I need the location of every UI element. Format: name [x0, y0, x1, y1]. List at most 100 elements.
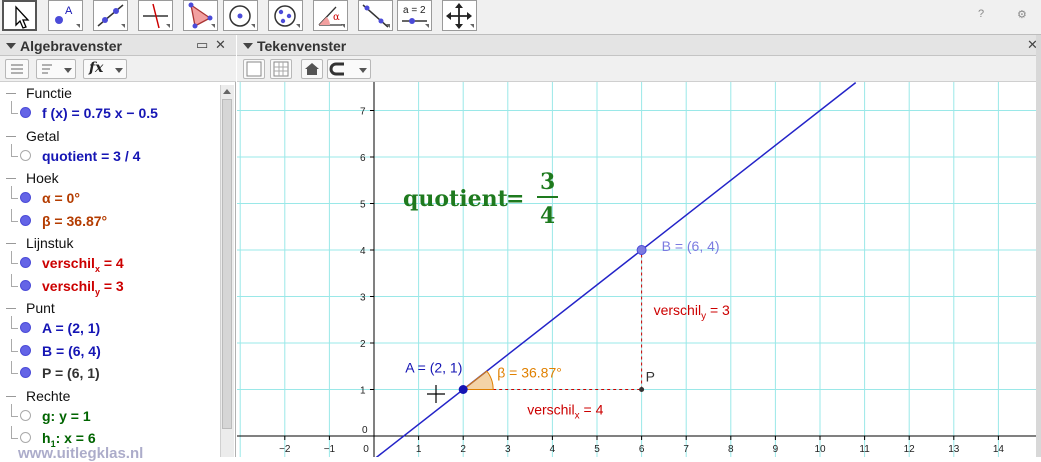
- reflect-tool[interactable]: [358, 0, 393, 31]
- algebra-view: Algebravenster ▭ ✕ fx Functie f (x) = 0.7…: [0, 35, 236, 462]
- plot-canvas[interactable]: −2−1012345678910111213141501234567 A = (…: [237, 82, 1041, 457]
- quotient-numerator: 3: [540, 169, 555, 195]
- algebra-item-text: verschilx = 4: [42, 255, 124, 274]
- polygon-tool[interactable]: [183, 0, 218, 31]
- collapse-icon[interactable]: [243, 43, 253, 49]
- x-tick-label: 7: [683, 444, 689, 455]
- visibility-toggle[interactable]: [20, 214, 31, 226]
- y-tick-label: 1: [360, 386, 366, 397]
- line-tool[interactable]: [93, 0, 128, 31]
- slider-tool[interactable]: a = 2: [397, 0, 432, 31]
- quotient-text[interactable]: quotient = 3 4: [403, 169, 558, 229]
- undock-icon[interactable]: ▭: [196, 37, 208, 53]
- visibility-toggle[interactable]: [20, 344, 31, 356]
- quotient-label: quotient: [403, 186, 509, 212]
- point-A[interactable]: [458, 385, 468, 394]
- function-line-f[interactable]: [374, 82, 857, 457]
- y-tick-label: 7: [360, 107, 366, 118]
- point-B[interactable]: [636, 245, 647, 255]
- angle-beta-label: β = 36.87°: [497, 365, 562, 381]
- settings-icon[interactable]: ⚙: [1017, 8, 1027, 21]
- graphics-style-bar: [237, 56, 1041, 82]
- quotient-denominator: 4: [540, 203, 555, 229]
- category-label: Hoek: [26, 170, 59, 186]
- x-tick-label: 3: [505, 444, 511, 455]
- category-label: Functie: [26, 85, 72, 101]
- angle-beta[interactable]: [461, 370, 494, 390]
- algebra-item-text: quotient = 3 / 4: [42, 147, 141, 164]
- point-A-label: A = (2, 1): [405, 360, 462, 376]
- description-mode-button[interactable]: fx: [83, 59, 127, 79]
- grid-icon: [273, 61, 289, 77]
- verschil-x-label: verschilx = 4: [527, 402, 603, 422]
- x-tick-label: 0: [363, 444, 369, 455]
- algebra-item-text: α = 0°: [42, 190, 80, 206]
- close-icon[interactable]: ✕: [215, 37, 226, 53]
- visibility-toggle[interactable]: [20, 149, 31, 161]
- x-tick-label: 5: [594, 444, 600, 455]
- angle-tool[interactable]: α: [313, 0, 348, 31]
- svg-text:α: α: [333, 12, 340, 23]
- help-icon[interactable]: ?: [978, 8, 984, 20]
- axes: [237, 82, 1041, 457]
- category-label: Punt: [26, 300, 55, 316]
- perpendicular-tool[interactable]: [138, 0, 173, 31]
- point-tool[interactable]: A: [48, 0, 83, 31]
- visibility-toggle[interactable]: [20, 409, 31, 421]
- collapse-icon[interactable]: [6, 43, 16, 49]
- scroll-thumb[interactable]: [222, 99, 232, 429]
- svg-text:a = 2: a = 2: [403, 5, 426, 16]
- y-tick-label: 6: [360, 153, 366, 164]
- move-view-tool[interactable]: [442, 0, 477, 31]
- scroll-up-icon[interactable]: [223, 89, 231, 94]
- algebra-item-text: verschily = 3: [42, 277, 124, 297]
- magnet-icon: [329, 62, 344, 76]
- sort-button[interactable]: [36, 59, 76, 79]
- visibility-toggle[interactable]: [20, 107, 31, 118]
- show-auxiliary-button[interactable]: [5, 59, 29, 79]
- x-tick-label: 6: [639, 444, 645, 455]
- x-tick-label: 14: [993, 444, 1005, 455]
- home-button[interactable]: [301, 59, 323, 79]
- algebra-title: Algebravenster: [20, 38, 122, 54]
- circle-tool[interactable]: [223, 0, 258, 31]
- algebra-item-text: g: y = 1: [42, 407, 91, 424]
- verschil-y-label: verschily = 3: [654, 302, 730, 322]
- visibility-toggle[interactable]: [20, 432, 31, 443]
- category-label: Rechte: [26, 387, 71, 404]
- visibility-toggle[interactable]: [20, 322, 31, 333]
- axes-icon: [246, 61, 262, 77]
- visibility-toggle[interactable]: [20, 192, 31, 203]
- x-tick-label: 11: [859, 444, 870, 455]
- conic-tool[interactable]: [268, 0, 303, 31]
- algebra-style-bar: fx: [0, 56, 236, 82]
- pointer-tool[interactable]: [2, 0, 37, 31]
- x-tick-label: −2: [279, 444, 291, 455]
- tick-labels: −2−1012345678910111213141501234567: [279, 107, 1041, 456]
- point-P[interactable]: [639, 387, 645, 392]
- x-tick-label: 2: [460, 444, 466, 455]
- y-tick-label: 5: [360, 200, 366, 211]
- home-icon: [305, 63, 319, 75]
- y-tick-label: 0: [362, 425, 368, 436]
- pointer-tool-icon: [15, 5, 30, 29]
- toolbar: A α a = 2 ? ⚙: [0, 0, 1041, 35]
- graphics-view: Tekenvenster ✕ −2−1012345678910111213141…: [237, 35, 1041, 457]
- algebra-item-text: β = 36.87°: [42, 212, 108, 229]
- visibility-toggle[interactable]: [20, 257, 31, 268]
- toggle-grid-button[interactable]: [270, 59, 292, 79]
- x-tick-label: 1: [416, 444, 422, 455]
- window-edge: [1036, 35, 1041, 457]
- visibility-toggle[interactable]: [20, 367, 31, 378]
- point-capture-button[interactable]: [327, 59, 371, 79]
- toggle-axes-button[interactable]: [243, 59, 265, 79]
- algebra-header: Algebravenster ▭ ✕: [0, 35, 236, 56]
- x-tick-label: 13: [948, 444, 960, 455]
- algebra-scrollbar[interactable]: [220, 85, 234, 457]
- visibility-toggle[interactable]: [20, 279, 31, 291]
- category-label: Lijnstuk: [26, 235, 74, 251]
- grid: [237, 82, 1041, 457]
- x-tick-label: 8: [728, 444, 734, 455]
- sort-icon: [42, 64, 52, 74]
- list-icon: [11, 64, 23, 74]
